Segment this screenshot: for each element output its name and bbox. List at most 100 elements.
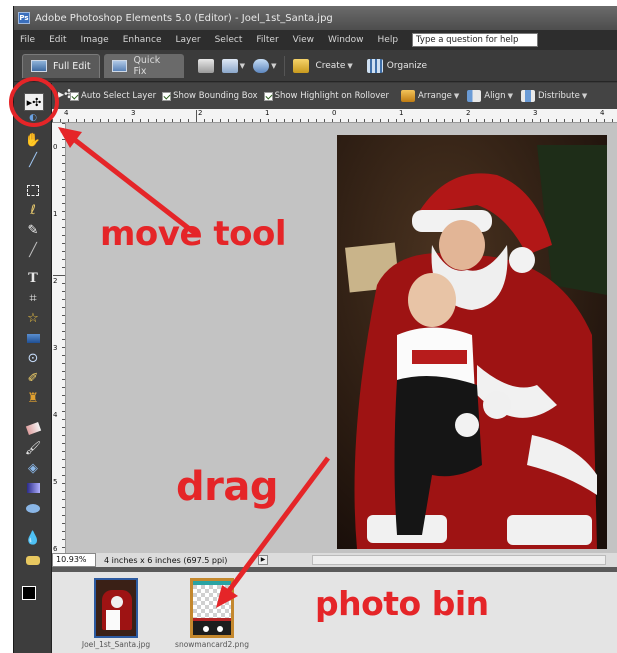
distribute-button[interactable]: Distribute ▼ [520, 90, 587, 102]
annotation-photo-bin: photo bin [315, 584, 489, 623]
ruler-tick [60, 119, 61, 122]
ruler-tick [252, 119, 253, 122]
red-eye-tool-button[interactable]: ⊙ [23, 349, 43, 367]
ruler-tick [62, 395, 65, 396]
ruler-tick [452, 119, 453, 122]
paint-bucket-tool-button[interactable]: ◈ [23, 459, 43, 477]
ruler-tick [62, 187, 65, 188]
online-services-button[interactable]: ▼ [253, 56, 276, 76]
menu-edit[interactable]: Edit [49, 35, 66, 45]
horizontal-scrollbar[interactable] [312, 555, 606, 565]
lasso-tool-button[interactable]: ℓ [23, 201, 43, 219]
full-edit-icon [31, 60, 47, 72]
chevron-down-icon: ▼ [347, 61, 353, 70]
brush-tool-button[interactable]: 🖌 [23, 439, 43, 457]
hand-tool-button[interactable]: ✋ [23, 131, 43, 149]
menu-layer[interactable]: Layer [176, 35, 201, 45]
toolbox: ▸✣ ◐ ✋ ╱ ℓ ✎ ╱ T ⌗ ☆ ⊙ ✐ ♜ 🖌 ◈ 💧 [14, 83, 52, 653]
color-swatches[interactable] [22, 586, 46, 610]
ruler-tick [76, 119, 77, 122]
sponge-tool-button[interactable] [23, 551, 43, 569]
auto-select-label: Auto Select Layer [81, 91, 157, 101]
ruler-label: 4 [53, 411, 58, 419]
ruler-tick [62, 539, 65, 540]
ruler-tick [532, 119, 533, 122]
clone-stamp-icon: ♜ [27, 390, 39, 406]
eyedropper-tool-button[interactable]: ╱ [23, 151, 43, 169]
marquee-tool-button[interactable] [23, 181, 43, 199]
ruler-tick [100, 119, 101, 122]
ruler-tick [268, 119, 269, 122]
print-button[interactable] [197, 56, 214, 76]
create-button[interactable]: Create ▼ [293, 56, 353, 76]
menu-select[interactable]: Select [215, 35, 243, 45]
blur-icon: 💧 [24, 530, 42, 546]
show-bounding-box-checkbox[interactable]: Show Bounding Box [162, 91, 258, 101]
eraser-tool-button[interactable] [23, 419, 43, 437]
ruler-tick [324, 119, 325, 122]
bin-thumbnail[interactable]: snowmancard2.png [172, 578, 252, 649]
menu-filter[interactable]: Filter [256, 35, 278, 45]
type-tool-button[interactable]: T [23, 269, 43, 287]
straighten-tool-button[interactable] [23, 329, 43, 347]
menu-enhance[interactable]: Enhance [123, 35, 162, 45]
ruler-tick [308, 119, 309, 122]
tab-quick-fix[interactable]: Quick Fix [103, 53, 184, 78]
magic-wand-tool-button[interactable]: ✎ [23, 221, 43, 239]
ruler-tick [108, 119, 109, 122]
eyedropper-icon: ╱ [29, 152, 37, 168]
clone-stamp-tool-button[interactable]: ♜ [23, 389, 43, 407]
canvas-area[interactable] [66, 123, 617, 553]
ruler-tick [62, 491, 65, 492]
organize-button[interactable]: Organize [366, 56, 427, 76]
ruler-tick [340, 119, 341, 122]
ruler-tick [62, 467, 65, 468]
healing-brush-icon: ✐ [27, 370, 39, 386]
ruler-tick [62, 531, 65, 532]
cookie-cutter-tool-button[interactable]: ☆ [23, 309, 43, 327]
santa-photo[interactable] [337, 135, 607, 549]
gradient-tool-button[interactable] [23, 479, 43, 497]
show-highlight-checkbox[interactable]: Show Highlight on Rollover [263, 91, 389, 101]
help-search-input[interactable]: Type a question for help [412, 33, 539, 47]
menu-window[interactable]: Window [328, 35, 364, 45]
ruler-tick [62, 131, 65, 132]
shape-tool-button[interactable] [23, 499, 43, 517]
blur-tool-button[interactable]: 💧 [23, 529, 43, 547]
foreground-color-swatch[interactable] [22, 586, 36, 600]
menu-help[interactable]: Help [378, 35, 399, 45]
auto-select-layer-checkbox[interactable]: Auto Select Layer [70, 91, 156, 101]
menu-view[interactable]: View [293, 35, 314, 45]
menu-file[interactable]: File [20, 35, 35, 45]
ruler-tick [62, 427, 65, 428]
chevron-down-icon: ▼ [239, 61, 246, 70]
ruler-tick [596, 119, 597, 122]
zoom-tool-button[interactable]: ◐ [23, 113, 43, 123]
crop-tool-button[interactable]: ⌗ [23, 289, 43, 307]
arrange-button[interactable]: Arrange ▼ [400, 90, 459, 102]
share-button[interactable]: ▼ [221, 56, 246, 76]
ruler-label: 5 [53, 478, 58, 486]
highlight-label: Show Highlight on Rollover [274, 91, 389, 101]
ruler-tick [62, 267, 65, 268]
ruler-tick [260, 119, 261, 122]
ruler-tick [244, 119, 245, 122]
ruler-tick [62, 435, 65, 436]
checkbox-checked-icon [263, 91, 273, 101]
annotation-drag: drag [176, 464, 278, 510]
menu-image[interactable]: Image [81, 35, 109, 45]
bin-thumbnail[interactable]: Joel_1st_Santa.jpg [81, 578, 151, 649]
ruler-tick [316, 119, 317, 122]
selection-brush-tool-button[interactable]: ╱ [23, 241, 43, 259]
document-info: 4 inches x 6 inches (697.5 ppi) [104, 555, 228, 565]
tab-full-edit[interactable]: Full Edit [22, 53, 100, 78]
ruler-tick [62, 155, 65, 156]
spot-healing-tool-button[interactable]: ✐ [23, 369, 43, 387]
create-icon [293, 58, 310, 73]
move-tool-button[interactable]: ▸✣ [24, 93, 44, 111]
zoom-level-field[interactable]: 10.93% [52, 553, 96, 567]
status-bar: 10.93% 4 inches x 6 inches (697.5 ppi) ▶ [52, 553, 617, 567]
status-menu-arrow-icon[interactable]: ▶ [258, 555, 268, 565]
thumbnail-snowman-card [190, 578, 234, 638]
align-button[interactable]: Align ▼ [467, 90, 513, 102]
